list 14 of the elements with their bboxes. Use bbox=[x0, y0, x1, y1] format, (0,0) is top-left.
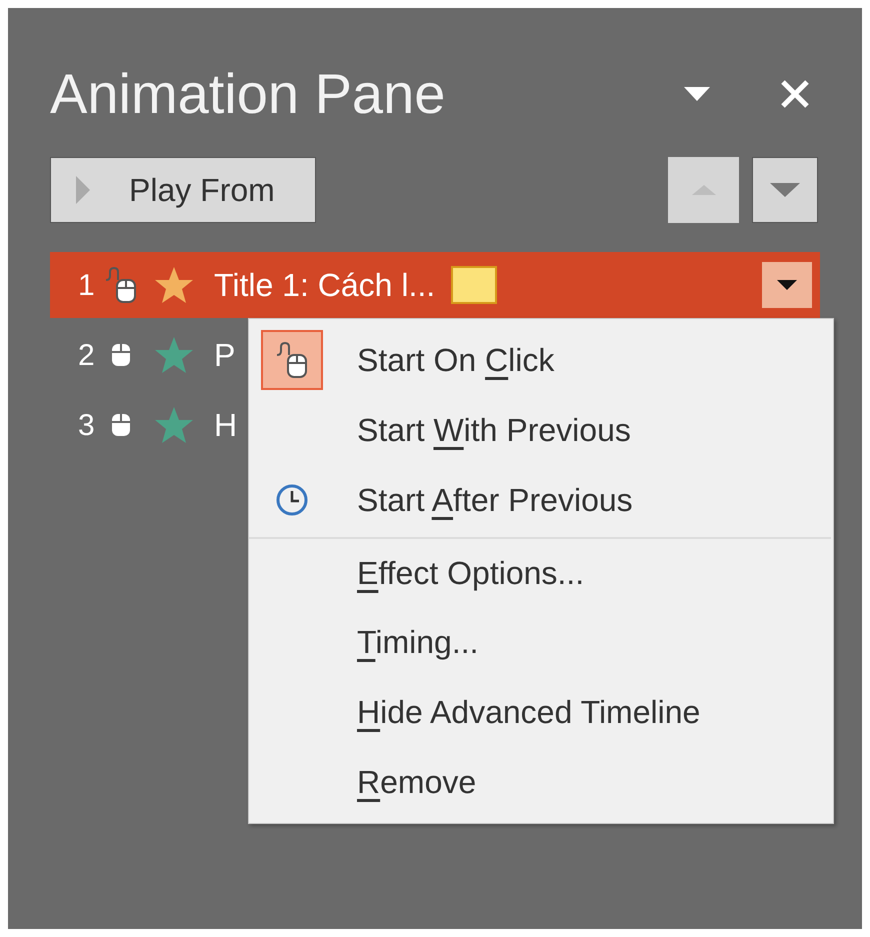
item-number: 1 bbox=[78, 268, 96, 304]
item-label: Title 1: Cách l... bbox=[214, 266, 436, 305]
item-label: P bbox=[214, 336, 236, 375]
item-number: 3 bbox=[78, 408, 96, 444]
menu-item-label: Start With Previous bbox=[357, 411, 631, 450]
item-number: 2 bbox=[78, 338, 96, 374]
menu-item-label: Timing... bbox=[357, 623, 478, 662]
pane-title: Animation Pane bbox=[50, 61, 446, 127]
menu-item-label: Remove bbox=[357, 763, 476, 802]
menu-item-label: Hide Advanced Timeline bbox=[357, 693, 700, 732]
menu-item-label: Effect Options... bbox=[357, 554, 584, 593]
menu-item-label: Start On Click bbox=[357, 341, 554, 380]
item-label: H bbox=[214, 406, 238, 445]
menu-item-label: Start After Previous bbox=[357, 481, 633, 520]
